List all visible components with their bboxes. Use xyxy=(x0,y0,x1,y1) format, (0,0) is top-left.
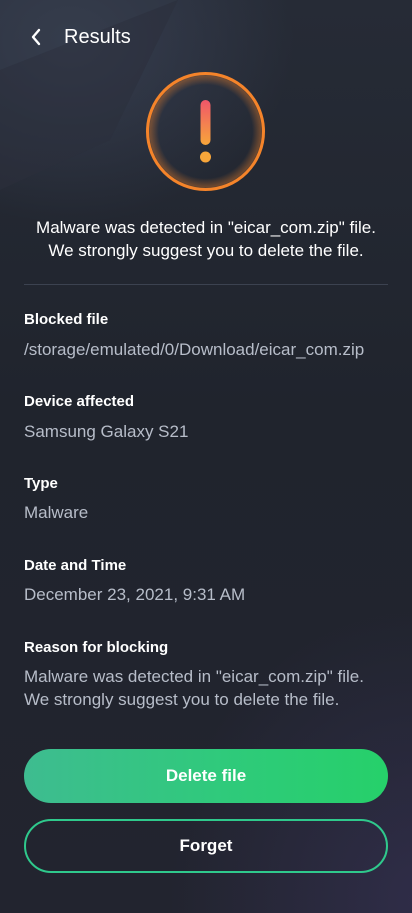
type-value: Malware xyxy=(24,503,89,522)
device-affected-label: Device affected xyxy=(24,393,135,410)
alert-message-line: We strongly suggest you to delete the fi… xyxy=(48,241,364,260)
alert-message-line: Malware was detected in "eicar_com.zip" … xyxy=(36,218,376,237)
reason-label: Reason for blocking xyxy=(24,639,169,656)
back-button[interactable] xyxy=(20,22,52,52)
reason-value-line: We strongly suggest you to delete the fi… xyxy=(24,690,340,709)
blocked-file-label: Blocked file xyxy=(24,311,109,328)
chevron-left-icon xyxy=(31,28,41,46)
blocked-file-value: /storage/emulated/0/Download/eicar_com.z… xyxy=(24,340,365,359)
forget-button[interactable]: Forget xyxy=(24,819,388,873)
page-title: Results xyxy=(64,26,131,48)
delete-file-button[interactable]: Delete file xyxy=(24,749,388,803)
date-time-value: December 23, 2021, 9:31 AM xyxy=(24,585,246,604)
exclamation-icon xyxy=(145,71,266,192)
device-affected-value: Samsung Galaxy S21 xyxy=(24,422,189,441)
alert-message: Malware was detected in "eicar_com.zip" … xyxy=(0,216,412,262)
date-time-label: Date and Time xyxy=(24,557,127,574)
reason-value-line: Malware was detected in "eicar_com.zip" … xyxy=(24,667,364,686)
type-label: Type xyxy=(24,475,58,492)
divider xyxy=(24,284,388,285)
top-bar: Results xyxy=(0,0,412,74)
results-screen: Results Malware was detected in "eicar_c… xyxy=(0,0,412,913)
